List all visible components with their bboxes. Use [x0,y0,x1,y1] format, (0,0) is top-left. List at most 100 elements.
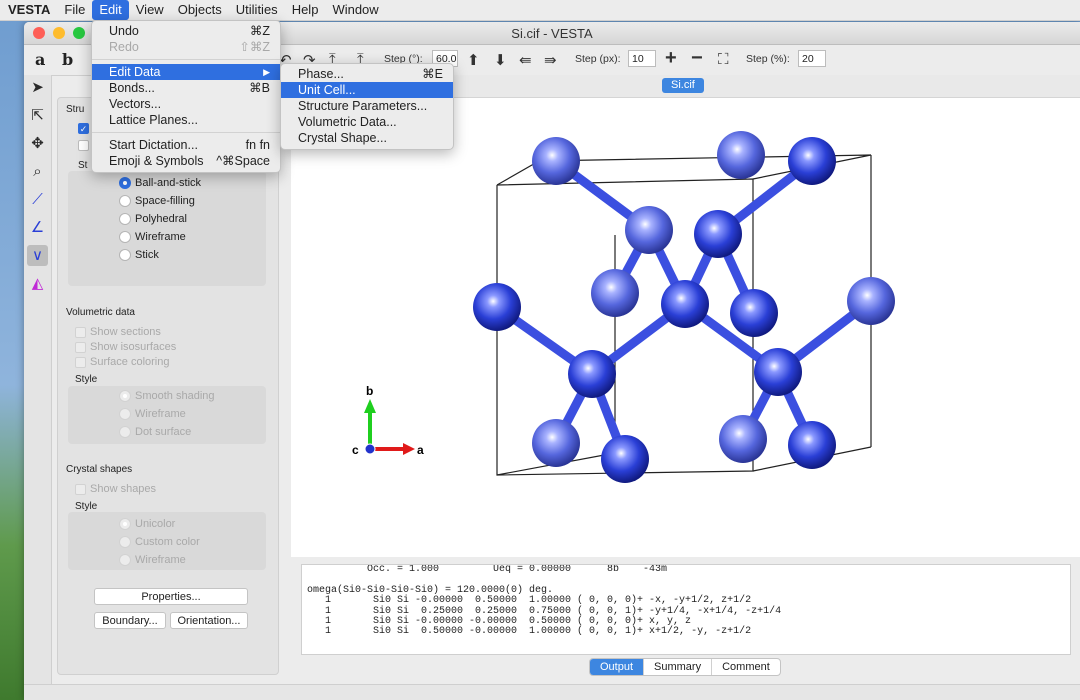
menu-help[interactable]: Help [285,0,326,20]
atom-si [625,206,673,254]
volumetric-style-label: Style [75,374,98,385]
style-radio-stick[interactable]: Stick [119,249,159,261]
atom-si [568,350,616,398]
atom-si [473,283,521,331]
show-labels-checkbox[interactable] [78,140,89,151]
orientation-button[interactable]: Orientation... [170,612,248,629]
atom-si [754,348,802,396]
crystal-wireframe-radio: Wireframe [119,554,186,566]
submenu-item-unit-cell[interactable]: Unit Cell... [281,82,453,98]
move-left-icon[interactable]: ⇚ [519,51,532,69]
show-isosurfaces-checkbox: Show isosurfaces [75,341,176,353]
menu-objects[interactable]: Objects [171,0,229,20]
menu-view[interactable]: View [129,0,171,20]
view-along-b-button[interactable]: b [62,50,73,69]
style-short-label: St [78,160,88,171]
axis-c-label: c [352,443,359,457]
crystal-shapes-section-title: Crystal shapes [66,464,133,475]
translate-icon[interactable]: ✥ [27,133,48,154]
atom-si [719,415,767,463]
custom-color-radio: Custom color [119,536,200,548]
move-down-icon[interactable]: ⬇ [494,51,507,69]
atom-si [661,280,709,328]
measure-distance-icon[interactable]: ⟋ [27,189,48,210]
output-text: Occ. = 1.000 Ueq = 0.00000 8b -43m omega… [307,564,782,638]
menu-file[interactable]: File [57,0,92,20]
move-right-icon[interactable]: ⇛ [544,51,557,69]
unicolor-radio: Unicolor [119,518,175,530]
menubar-app-name[interactable]: VESTA [0,0,57,20]
select-outline-arrow-icon[interactable]: ⇱ [27,105,48,126]
dot-surface-radio: Dot surface [119,426,191,438]
submenu-item-structure-parameters[interactable]: Structure Parameters... [281,98,453,114]
menu-item-lattice-planes[interactable]: Lattice Planes... [92,112,280,128]
atom-si [591,269,639,317]
tab-comment[interactable]: Comment [711,659,780,675]
step-px-label: Step (px): [575,53,621,65]
menu-window[interactable]: Window [325,0,385,20]
properties-button[interactable]: Properties... [94,588,248,605]
style-radio-wireframe[interactable]: Wireframe [119,231,186,243]
edit-menu-dropdown: Undo ⌘Z Redo ⇧⌘Z Edit Data ▶ Bonds... ⌘B Vec… [91,20,281,173]
crystal-structure-view[interactable]: b a c [291,75,1080,585]
atom-si [730,289,778,337]
menubar: VESTA File Edit View Objects Utilities H… [0,0,1080,21]
atom-si [788,137,836,185]
tab-summary[interactable]: Summary [643,659,711,675]
menu-item-emoji-symbols[interactable]: Emoji & Symbols ^⌘Space [92,153,280,169]
step-px-input[interactable]: 10 [628,50,656,67]
output-text-panel[interactable]: Occ. = 1.000 Ueq = 0.00000 8b -43m omega… [301,564,1071,655]
show-sections-checkbox: Show sections [75,326,161,338]
atom-si [532,137,580,185]
submenu-item-volumetric-data[interactable]: Volumetric Data... [281,114,453,130]
select-arrow-icon[interactable]: ➤ [27,77,48,98]
menu-item-bonds[interactable]: Bonds... ⌘B [92,80,280,96]
crystal-style-group: Unicolor Custom color Wireframe [68,512,266,570]
structure-section-title: Stru [66,104,85,115]
output-area: Occ. = 1.000 Ueq = 0.00000 8b -43m omega… [291,557,1080,700]
menu-edit[interactable]: Edit [92,0,129,20]
tool-strip: ➤ ⇱ ✥ ⌕ ⟋ ∠ ∨ ◭ [24,75,52,700]
boundary-button[interactable]: Boundary... [94,612,166,629]
menu-separator [92,59,280,60]
measure-dihedral-icon[interactable]: ∨ [27,245,48,266]
style-radio-ball-and-stick[interactable]: Ball-and-stick [119,177,201,189]
menu-item-start-dictation[interactable]: Start Dictation... fn fn [92,137,280,153]
step-pct-label: Step (%): [746,53,790,65]
rotate-object-icon[interactable]: ◭ [27,273,48,294]
menu-utilities[interactable]: Utilities [229,0,285,20]
structure-viewport[interactable]: Si.cif b a c [291,75,1080,585]
atom-si [717,131,765,179]
style-radio-space-filling[interactable]: Space-filling [119,195,195,207]
crystal-style-label: Style [75,501,98,512]
fit-to-screen-icon[interactable]: ⛶ [718,51,729,68]
zoom-in-icon[interactable]: + [665,47,677,70]
menu-item-edit-data[interactable]: Edit Data ▶ [92,64,280,80]
menu-item-vectors[interactable]: Vectors... [92,96,280,112]
style-group: Ball-and-stick Space-filling Polyhedral … [68,171,266,286]
show-shapes-checkbox: Show shapes [75,483,156,495]
measure-angle-icon[interactable]: ∠ [27,217,48,238]
menu-separator [92,132,280,133]
style-radio-polyhedral[interactable]: Polyhedral [119,213,187,225]
submenu-arrow-icon: ▶ [263,67,270,77]
volumetric-wireframe-radio: Wireframe [119,408,186,420]
magnify-icon[interactable]: ⌕ [27,161,48,182]
submenu-item-crystal-shape[interactable]: Crystal Shape... [281,130,453,146]
atom-si [532,419,580,467]
show-models-checkbox[interactable]: ✓ [78,123,89,134]
volumetric-section-title: Volumetric data [66,307,135,318]
zoom-out-icon[interactable]: − [691,47,703,70]
view-along-a-button[interactable]: a [35,50,45,69]
axis-b-label: b [366,384,373,398]
atom-si [694,210,742,258]
step-pct-input[interactable]: 20 [798,50,826,67]
menu-item-undo[interactable]: Undo ⌘Z [92,23,280,39]
submenu-item-phase[interactable]: Phase... ⌘E [281,66,453,82]
volumetric-style-group: Smooth shading Wireframe Dot surface [68,386,266,444]
tab-output[interactable]: Output [590,659,644,675]
surface-coloring-checkbox: Surface coloring [75,356,170,368]
move-up-icon[interactable]: ⬆ [467,51,480,69]
atom-si [788,421,836,469]
edit-data-submenu: Phase... ⌘E Unit Cell... Structure Parame… [280,63,454,150]
